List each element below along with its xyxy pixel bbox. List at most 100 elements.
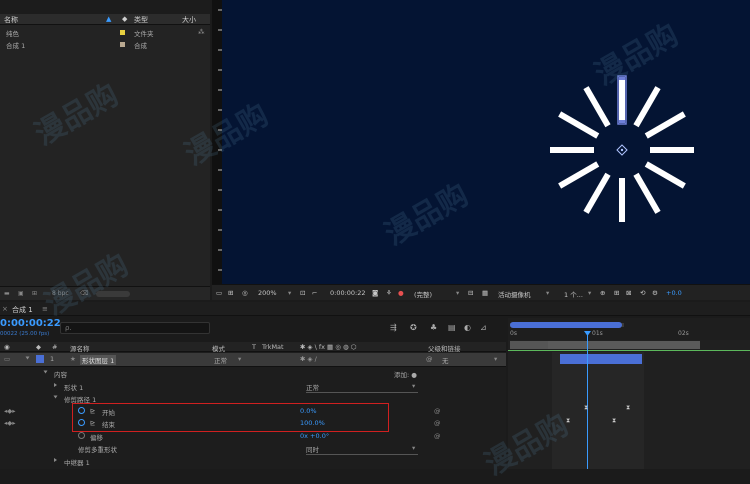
channel-icon[interactable]: ● [398,289,404,297]
exposure-value[interactable]: +0.0 [666,289,682,297]
blend-mode-dropdown[interactable]: 正常 [306,382,418,393]
tab-comp-1[interactable]: 合成 1 [12,305,33,315]
column-type[interactable]: 类型 [134,15,148,25]
layer-column-header: ◉ ◆ # 源名称 模式 T TrkMat ✱ ◈ \ fx ▦ ◎ ◍ ⬡ 父… [0,342,506,353]
magnification-icon[interactable]: ▭ [216,289,222,297]
shy-icon[interactable]: ♣ [430,323,437,332]
property-repeater[interactable]: 中继器 1 [0,455,506,468]
vr-icon[interactable]: ◎ [242,289,248,297]
label-icon: ◆ [122,15,128,23]
work-area-bar[interactable] [510,341,700,349]
keyframe-icon[interactable]: ⧗ [584,404,588,412]
timeline-icon[interactable]: ⊞ [614,289,619,297]
grid-icon[interactable]: ⊞ [228,289,233,297]
close-icon[interactable]: × [2,305,8,313]
expression-pickwhip-icon[interactable]: @ [434,407,441,415]
expression-pickwhip-icon[interactable]: @ [434,432,441,440]
viewer-timecode[interactable]: 0:00:00:22 [330,289,366,297]
layer-name[interactable]: 形状图层 1 [80,355,117,365]
keyframe-icon[interactable]: ⧗ [612,417,616,425]
camera-icon[interactable]: ◙ [372,289,378,297]
layer-row[interactable]: ▭ 1 ★ 形状图层 1 正常 ▾ ✱ ◈ / @ 无 ▾ [0,353,506,366]
label-swatch [120,30,125,35]
flowchart-icon[interactable]: ⊠ [626,289,631,297]
keyframe-nav-icon[interactable]: ◂◆▸ [4,407,16,415]
show-snapshot-icon[interactable]: ⚘ [386,289,392,297]
viewer-toolbar: ▭ ⊞ ◎ 200% ▾ ⊡ ⌐ 0:00:00:22 ◙ ⚘ ● (完整) ▾… [212,284,750,300]
pickwhip-icon[interactable]: @ [426,355,433,363]
expression-pickwhip-icon[interactable]: @ [434,419,441,427]
property-label: 中继器 1 [64,458,90,467]
expand-triangle-icon[interactable] [53,395,58,399]
navigator-handle[interactable] [510,322,622,328]
expand-triangle-icon[interactable] [54,382,57,387]
item-type: 文件夹 [134,30,154,38]
network-icon: ⁂ [198,28,205,36]
offset-value[interactable]: 0x +0.0° [300,432,329,440]
sort-icon[interactable]: ▲ [106,15,111,23]
new-comp-icon[interactable]: ⊞ [32,290,37,297]
layer-label-color[interactable] [36,355,44,363]
reset-exposure-icon[interactable]: ⚙ [652,289,658,297]
expand-triangle-icon[interactable] [43,370,48,374]
ruler-tick-1: 01s [592,330,603,337]
chevron-down-icon: ▾ [456,289,460,297]
column-trkmat: TrkMat [262,343,284,351]
stopwatch-icon[interactable] [78,431,85,439]
project-item-folder[interactable]: 纯色 文件夹 ⁂ [0,27,210,38]
resolution-dropdown[interactable]: (完整) [414,289,432,299]
roi-icon[interactable]: ⊟ [468,289,473,297]
graph-editor-icon[interactable]: ⊿ [480,323,487,332]
camera-dropdown[interactable]: 活动摄像机 [498,289,531,299]
frame-blend-icon[interactable]: ▤ [448,323,456,332]
ruler-tick-2: 02s [678,330,689,337]
time-navigator[interactable] [508,318,750,340]
keyframe-icon[interactable]: ⧗ [626,404,630,412]
timeline-timecode[interactable]: 0:00:00:22 [0,318,61,329]
mask-icon[interactable]: ⌐ [312,289,317,297]
eye-icon[interactable]: ◉ [4,343,10,351]
folder-icon[interactable]: ▬ [4,290,10,297]
video-switch-icon[interactable]: ▭ [4,355,10,363]
draft-3d-icon[interactable]: ✪ [410,323,417,332]
property-trim-multiple[interactable]: 修剪多重形状 同时 ▾ [0,442,506,455]
transparency-grid-icon[interactable]: ▦ [482,289,488,297]
safe-zones-icon[interactable]: ⊡ [300,289,305,297]
zoom-dropdown[interactable]: 200% [258,289,277,297]
comp-flow-icon[interactable]: ⟲ [640,289,645,297]
shape-layer-icon: ★ [70,355,76,363]
search-input[interactable]: ρ. [60,322,210,334]
chevron-down-icon: ▾ [588,289,592,297]
layer-mode-dropdown[interactable]: 正常 [214,355,227,365]
render-bar [508,350,750,351]
timeline-tab-bar: × 合成 1 ≡ [0,302,750,316]
project-item-comp[interactable]: 合成 1 合成 [0,39,210,50]
item-name: 合成 1 [6,42,26,50]
comp-mini-flowchart-icon[interactable]: ⇶ [390,323,397,332]
views-dropdown[interactable]: 1 个... [564,289,583,299]
highlight-box [72,403,389,432]
add-button[interactable]: 添加: ● [394,369,417,379]
motion-blur-icon[interactable]: ◐ [464,323,471,332]
chevron-down-icon: ▾ [494,355,498,363]
frame-rate-label: 00022 (25.00 fps) [0,331,50,337]
expand-triangle-icon[interactable] [25,356,30,360]
property-label: 偏移 [90,433,103,442]
keyframe-nav-icon[interactable]: ◂◆▸ [4,419,16,427]
chevron-down-icon: ▾ [238,355,242,363]
layer-duration-bar[interactable] [560,354,642,364]
fast-preview-icon[interactable]: ⊕ [600,289,605,297]
parent-dropdown[interactable]: 无 [442,355,449,365]
layer-switches[interactable]: ✱ ◈ / [300,355,317,363]
work-area-range[interactable] [548,341,700,349]
column-size[interactable]: 大小 [182,15,196,25]
new-folder-icon[interactable]: ▣ [18,290,24,297]
current-time-indicator[interactable] [587,332,588,469]
property-contents[interactable]: 内容 添加: ● [0,367,506,380]
expand-triangle-icon[interactable] [54,457,57,462]
column-name[interactable]: 名称 [4,15,18,25]
trim-mode-dropdown[interactable]: 同时 [306,444,418,455]
property-shape-1[interactable]: 形状 1 正常 ▾ [0,380,506,393]
chevron-down-icon: ▾ [412,444,416,452]
layer-number: 1 [50,355,55,363]
